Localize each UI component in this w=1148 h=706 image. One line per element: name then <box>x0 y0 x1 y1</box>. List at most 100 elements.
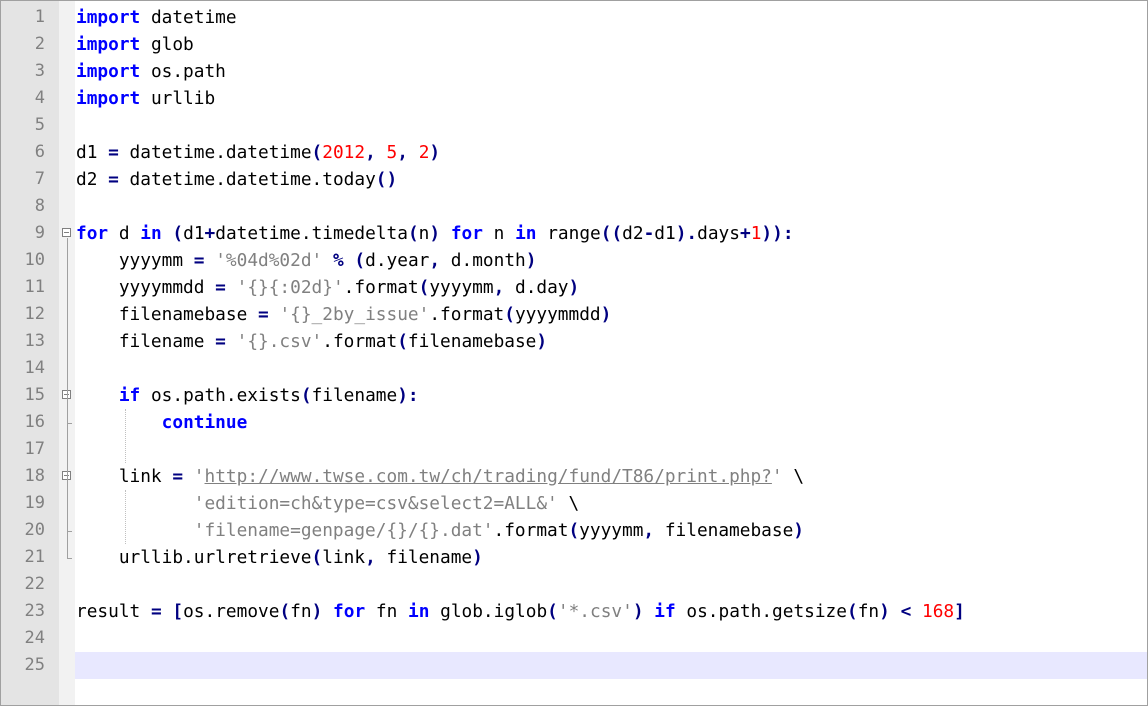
code-token: filenamebase <box>407 331 537 352</box>
code-token: yyyymm <box>76 250 194 271</box>
code-token: ( <box>354 250 366 271</box>
code-token: 2 <box>418 142 430 163</box>
code-line[interactable]: 20 'filename=genpage/{}/{}.dat'.format(y… <box>1 517 1147 544</box>
code-line[interactable]: 7 d2 = datetime.datetime.today() <box>1 166 1147 193</box>
code-token: ( <box>504 304 515 325</box>
code-token: yyyymm <box>579 520 644 541</box>
code-token: range <box>536 223 601 244</box>
code-line[interactable]: 10 yyyymm = '%04d%02d' % (d.year, d.mont… <box>1 247 1147 274</box>
code-token: ) <box>632 601 644 622</box>
code-line[interactable]: 23 result = [os.remove(fn) for fn in glob… <box>1 598 1147 625</box>
code-line[interactable]: 1 import datetime <box>1 4 1147 31</box>
code-line[interactable]: 6 d1 = datetime.datetime(2012, 5, 2) <box>1 139 1147 166</box>
code-token: days <box>697 223 740 244</box>
code-token: 'edition=ch&type=csv&select2=ALL&' <box>193 493 558 514</box>
code-token: \ <box>782 466 805 487</box>
current-line-highlight <box>75 652 1147 679</box>
code-token: .format <box>493 520 569 541</box>
code-token: ' <box>193 466 205 487</box>
line-number: 15 <box>24 385 45 405</box>
code-token: \ <box>557 493 580 514</box>
code-line[interactable]: 5 <box>1 112 1147 139</box>
code-token: '*.csv' <box>557 601 633 622</box>
code-line[interactable]: 24 <box>1 625 1147 652</box>
code-token: urllib <box>140 88 216 109</box>
code-token: d.year <box>365 250 430 271</box>
code-token: for <box>450 223 483 244</box>
indent-guide <box>125 409 126 463</box>
code-token: (( <box>600 223 623 244</box>
code-token: ( <box>418 277 430 298</box>
line-number: 13 <box>24 331 45 351</box>
fold-toggle-icon[interactable] <box>62 228 71 237</box>
code-token: % <box>332 250 344 271</box>
code-token: import <box>76 88 141 109</box>
code-token: 168 <box>922 601 955 622</box>
line-number: 6 <box>34 142 45 162</box>
code-editor[interactable]: 1 import datetime 2 import glob 3 import os.p… <box>0 0 1148 706</box>
code-line[interactable]: 17 <box>1 436 1147 463</box>
code-line[interactable]: 9 for d in (d1+datetime.timedelta(n) for … <box>1 220 1147 247</box>
code-line[interactable]: 13 filename = '{}.csv'.format(filenameba… <box>1 328 1147 355</box>
line-number: 9 <box>34 223 45 243</box>
code-line[interactable]: 21 urllib.urlretrieve(link, filename) <box>1 544 1147 571</box>
code-token: .format <box>429 304 505 325</box>
code-line[interactable]: 3 import os.path <box>1 58 1147 85</box>
code-text: yyyymmdd = '{}{:02d}'.format(yyyymm, d.d… <box>76 274 579 301</box>
code-token: () <box>375 169 398 190</box>
code-line[interactable]: 15 if os.path.exists(filename): <box>1 382 1147 409</box>
code-line[interactable]: 25 <box>1 652 1147 679</box>
code-token: = <box>108 142 119 163</box>
code-token: os.remove <box>183 601 280 622</box>
code-token: http://www.twse.com.tw/ch/trading/fund/T… <box>204 466 772 487</box>
code-line[interactable]: 8 <box>1 193 1147 220</box>
code-line[interactable]: 14 <box>1 355 1147 382</box>
code-line[interactable]: 12 filenamebase = '{}_2by_issue'.format(… <box>1 301 1147 328</box>
code-line[interactable]: 2 import glob <box>1 31 1147 58</box>
code-token: , <box>429 250 441 271</box>
code-line[interactable]: 4 import urllib <box>1 85 1147 112</box>
code-token: ) <box>429 142 441 163</box>
code-line[interactable]: 18 link = 'http://www.twse.com.tw/ch/tra… <box>1 463 1147 490</box>
code-token: ( <box>568 520 580 541</box>
code-token: ) <box>879 601 890 622</box>
code-token: - <box>643 223 655 244</box>
code-token: continue <box>161 412 248 433</box>
code-text: result = [os.remove(fn) for fn in glob.i… <box>76 598 965 625</box>
code-token: = <box>150 601 162 622</box>
line-number: 2 <box>34 34 45 54</box>
code-token: , <box>365 142 376 163</box>
code-token: ( <box>172 223 184 244</box>
code-line[interactable]: 19 'edition=ch&type=csv&select2=ALL&' \ <box>1 490 1147 517</box>
code-token: '{}.csv' <box>236 331 323 352</box>
code-token: ] <box>954 601 965 622</box>
code-token: ) <box>429 223 441 244</box>
fold-range-line <box>67 238 68 558</box>
code-text: import urllib <box>76 85 215 112</box>
code-token: urllib.urlretrieve <box>76 547 312 568</box>
code-text: for d in (d1+datetime.timedelta(n) for n… <box>76 220 794 247</box>
line-number: 19 <box>24 493 45 513</box>
code-line[interactable]: 11 yyyymmdd = '{}{:02d}'.format(yyyymm, … <box>1 274 1147 301</box>
line-number: 20 <box>24 520 45 540</box>
code-line[interactable]: 16 continue <box>1 409 1147 436</box>
code-token: d1 <box>654 223 676 244</box>
code-token: )): <box>761 223 794 244</box>
code-token: ( <box>397 331 408 352</box>
code-token: n <box>482 223 516 244</box>
code-line[interactable]: 22 <box>1 571 1147 598</box>
code-text: if os.path.exists(filename): <box>76 382 419 409</box>
fold-range-end <box>67 423 72 424</box>
code-text: d2 = datetime.datetime.today() <box>76 166 397 193</box>
code-token: < <box>900 601 912 622</box>
code-token: in <box>515 223 537 244</box>
code-token: import <box>76 61 141 82</box>
code-token: datetime <box>140 7 237 28</box>
